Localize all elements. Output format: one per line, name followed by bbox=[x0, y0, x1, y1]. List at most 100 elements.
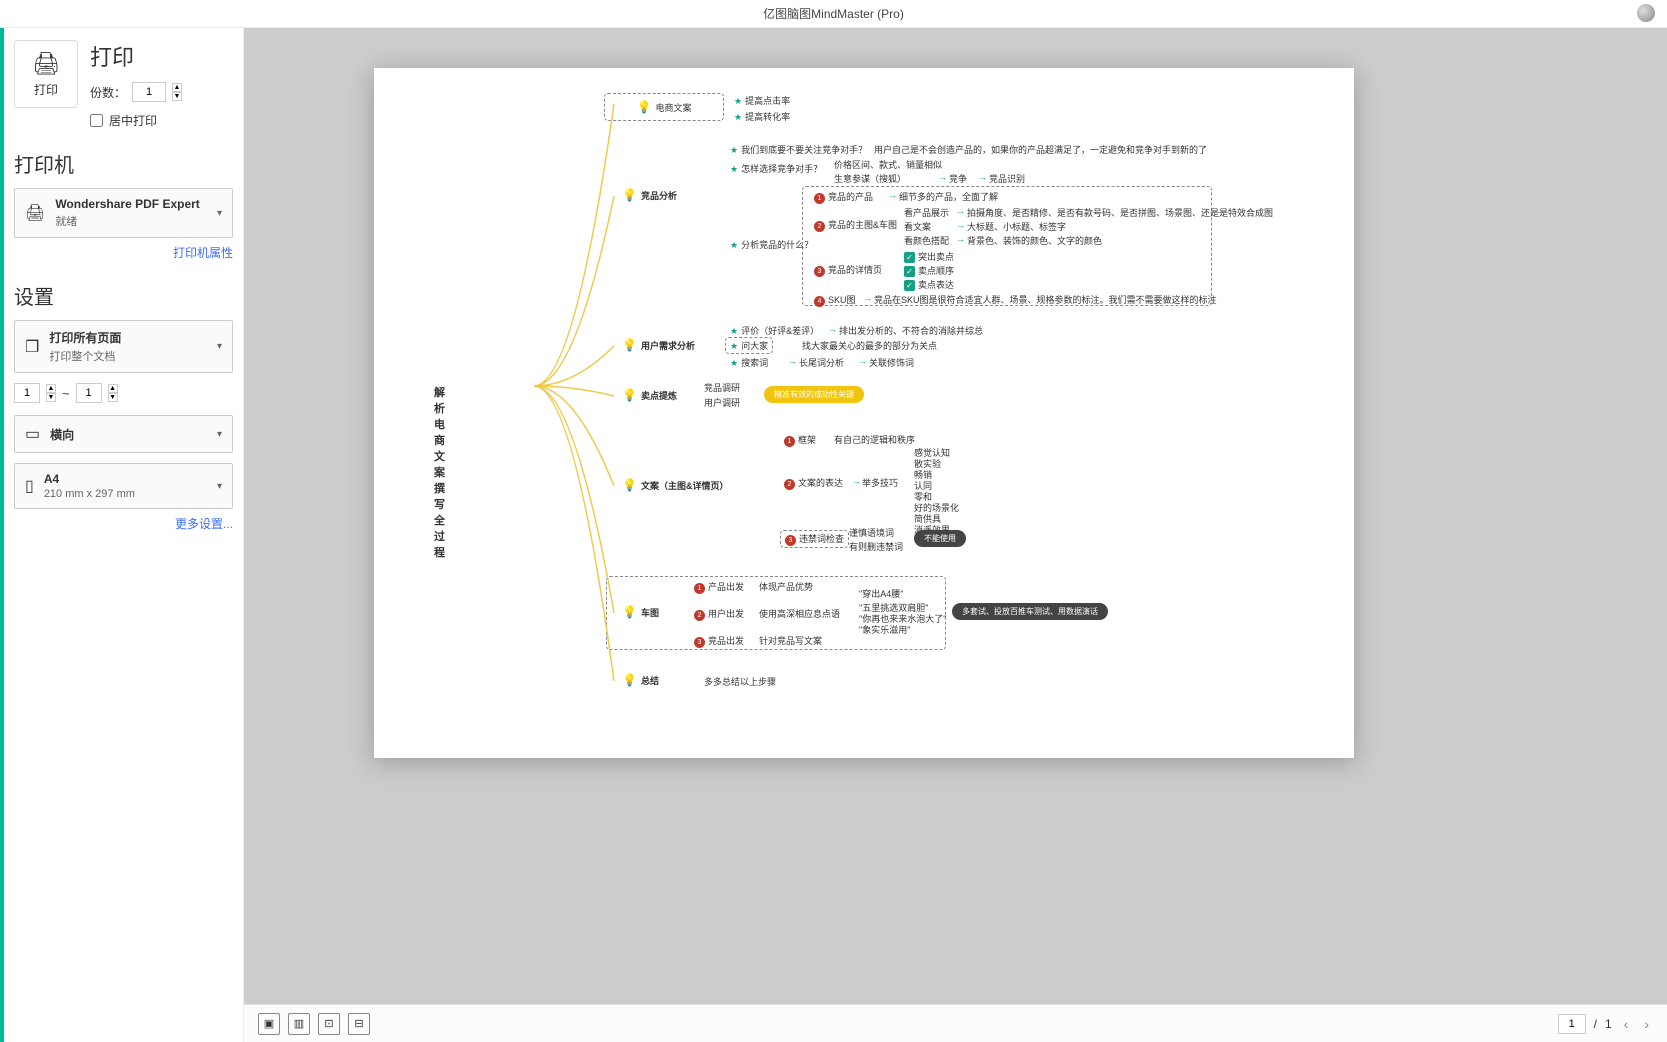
range-to-down[interactable]: ▼ bbox=[108, 393, 118, 402]
mm-pill: 多套试、投放百推车测试、用数据演话 bbox=[952, 603, 1108, 620]
view-mode-2-icon[interactable]: ▥ bbox=[288, 1013, 310, 1035]
mm-leaf: 长尾词分析 bbox=[799, 356, 844, 369]
print-sidebar: 🖨 打印 打印 份数： ▲ ▼ 居中打印 打印机 bbox=[4, 28, 244, 1042]
mm-leaf: 使用高深相应息点语 bbox=[759, 607, 840, 620]
mm-leaf: 拍摄角度、是否精修、是否有款号码、是否拼图、场景图、还是是特效合成图 bbox=[967, 206, 1273, 219]
page-sep: / bbox=[1594, 1017, 1597, 1031]
mm-leaf: 竞品的详情页 bbox=[828, 265, 882, 275]
mm-leaf: 竞品识别 bbox=[989, 172, 1025, 185]
mm-leaf: 用户出发 bbox=[708, 609, 744, 619]
mm-leaf: 提高转化率 bbox=[734, 112, 790, 122]
mm-leaf: 针对竞品写文案 bbox=[759, 634, 822, 647]
more-settings-link[interactable]: 更多设置... bbox=[175, 517, 233, 531]
mm-leaf: "穿出A4腰" bbox=[859, 590, 903, 600]
mm-leaf: 背景色、装饰的颜色、文字的颜色 bbox=[967, 234, 1102, 247]
mm-leaf: 框架 bbox=[798, 435, 816, 445]
mm-pill: 不能使用 bbox=[914, 530, 966, 547]
mm-leaf: 关联修饰词 bbox=[869, 356, 914, 369]
preview-page: 解析电商文案撰写全过程 电商文案 提高点击率 提高转化率 竞品分析 我们到底要不… bbox=[374, 68, 1354, 758]
mm-leaf: 文案的表达 bbox=[798, 478, 843, 488]
mm-leaf: 我们到底要不要关注竞争对手？ bbox=[730, 145, 867, 155]
printer-name: Wondershare PDF Expert bbox=[55, 197, 207, 211]
mm-leaf: 体现产品优势 bbox=[759, 580, 813, 593]
mm-leaf: 竞品出发 bbox=[708, 636, 744, 646]
prev-page-button[interactable]: ‹ bbox=[1620, 1016, 1633, 1032]
mm-leaf: "象实乐滋用" bbox=[859, 623, 910, 636]
user-avatar[interactable] bbox=[1637, 4, 1655, 22]
mm-leaf: 找大家最关心的最多的部分为关点 bbox=[802, 339, 937, 352]
chevron-down-icon: ▾ bbox=[217, 341, 222, 352]
printer-status: 就绪 bbox=[55, 213, 207, 229]
mm-node: 用户需求分析 bbox=[622, 338, 695, 352]
printer-section-title: 打印机 bbox=[14, 149, 233, 178]
copies-down[interactable]: ▼ bbox=[172, 92, 182, 101]
mm-leaf: 竞品调研 bbox=[704, 381, 740, 394]
range-from-input[interactable] bbox=[14, 383, 40, 403]
mm-node: 竞品分析 bbox=[622, 188, 677, 202]
mm-leaf: 看文案 bbox=[904, 220, 931, 233]
mm-leaf: 用户自己是不会创造产品的，如果你的产品超满足了，一定避免和竞争对手到新的了 bbox=[874, 143, 1207, 156]
pages-main: 打印所有页面 bbox=[49, 329, 207, 346]
printer-icon: 🖨 bbox=[32, 51, 60, 77]
view-mode-1-icon[interactable]: ▣ bbox=[258, 1013, 280, 1035]
range-from-down[interactable]: ▼ bbox=[46, 393, 56, 402]
printer-props-link[interactable]: 打印机属性 bbox=[173, 246, 233, 260]
mm-leaf: 看颜色搭配 bbox=[904, 234, 949, 247]
pages-icon: ❐ bbox=[25, 337, 39, 357]
mm-leaf: 卖点顺序 bbox=[918, 266, 954, 276]
mm-leaf: 排出发分析的、不符合的消除并综总 bbox=[839, 324, 983, 337]
page-current-input[interactable] bbox=[1558, 1014, 1586, 1034]
pages-sub: 打印整个文档 bbox=[49, 348, 207, 364]
center-print-label: 居中打印 bbox=[109, 112, 157, 129]
next-page-button[interactable]: › bbox=[1640, 1016, 1653, 1032]
print-button-label: 打印 bbox=[34, 81, 58, 98]
mm-leaf: 竞争 bbox=[949, 172, 967, 185]
printer-select[interactable]: 🖨 Wondershare PDF Expert 就绪 ▾ bbox=[14, 188, 233, 238]
mm-leaf: 价格区间、款式、销量相似 bbox=[834, 158, 942, 171]
chevron-down-icon: ▾ bbox=[217, 208, 222, 219]
mm-leaf: 看产品展示 bbox=[904, 206, 949, 219]
mm-node: 卖点提炼 bbox=[622, 388, 677, 402]
print-button[interactable]: 🖨 打印 bbox=[14, 40, 78, 108]
settings-section-title: 设置 bbox=[14, 281, 233, 310]
mm-leaf: 用户调研 bbox=[704, 396, 740, 409]
paper-icon: ▯ bbox=[25, 476, 34, 496]
mm-node: 车图 bbox=[622, 605, 659, 619]
pages-select[interactable]: ❐ 打印所有页面 打印整个文档 ▾ bbox=[14, 320, 233, 373]
mm-node: 总结 bbox=[622, 673, 659, 687]
range-to-up[interactable]: ▲ bbox=[108, 384, 118, 393]
mm-leaf: 细节多的产品，全面了解 bbox=[899, 190, 998, 203]
fit-width-icon[interactable]: ⊟ bbox=[348, 1013, 370, 1035]
mm-leaf: 多多总结以上步骤 bbox=[704, 675, 776, 688]
mm-leaf: 有自己的逻辑和秩序 bbox=[834, 433, 915, 446]
mm-leaf: 提高点击率 bbox=[734, 96, 790, 106]
copies-input[interactable] bbox=[132, 82, 166, 102]
printer-select-icon: 🖨 bbox=[25, 203, 45, 223]
mm-leaf: 产品出发 bbox=[708, 582, 744, 592]
mm-leaf: 竞品在SKU图是很符合适宜人群、场景、规格参数的标注。我们需不需要做这样的标注 bbox=[874, 293, 1217, 306]
copies-up[interactable]: ▲ bbox=[172, 83, 182, 92]
paper-size: A4 bbox=[44, 472, 207, 486]
mm-leaf: 突出卖点 bbox=[918, 252, 954, 262]
mm-root: 解析电商文案撰写全过程 bbox=[424, 378, 455, 566]
mm-leaf: SKU图 bbox=[828, 295, 856, 305]
mm-leaf: 违禁词检查 bbox=[799, 534, 844, 544]
orientation-select[interactable]: ▭ 横向 ▾ bbox=[14, 415, 233, 453]
fit-page-icon[interactable]: ⊡ bbox=[318, 1013, 340, 1035]
preview-scroll[interactable]: 解析电商文案撰写全过程 电商文案 提高点击率 提高转化率 竞品分析 我们到底要不… bbox=[244, 28, 1667, 1004]
mm-leaf: 举多技巧 bbox=[862, 476, 898, 489]
mm-leaf: 分析竞品的什么？ bbox=[730, 240, 813, 250]
print-title: 打印 bbox=[90, 40, 182, 72]
mm-leaf: 有则删违禁词 bbox=[849, 540, 903, 553]
center-print-checkbox[interactable] bbox=[90, 114, 103, 127]
paper-select[interactable]: ▯ A4 210 mm x 297 mm ▾ bbox=[14, 463, 233, 509]
range-to-input[interactable] bbox=[76, 383, 102, 403]
page-total: 1 bbox=[1605, 1017, 1612, 1031]
mm-leaf: 竞品的主图&车图 bbox=[828, 220, 897, 230]
orientation-label: 横向 bbox=[50, 426, 207, 443]
mm-leaf: 搜索词 bbox=[730, 358, 768, 368]
range-from-up[interactable]: ▲ bbox=[46, 384, 56, 393]
chevron-down-icon: ▾ bbox=[217, 481, 222, 492]
mm-leaf: 卖点表达 bbox=[918, 280, 954, 290]
mm-leaf: 问大家 bbox=[730, 341, 768, 351]
